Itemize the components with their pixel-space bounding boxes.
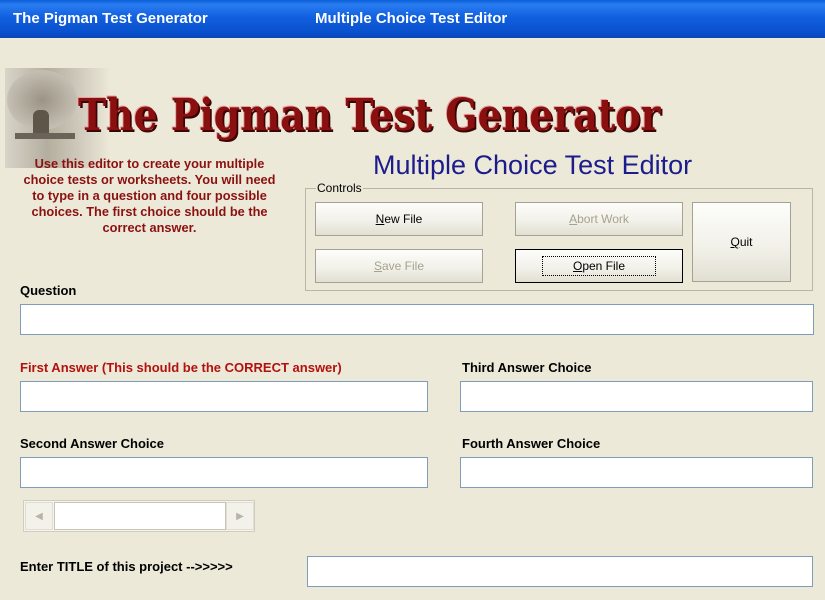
editor-subtitle: Multiple Choice Test Editor <box>373 150 693 180</box>
abort-work-label: bort Work <box>577 212 629 226</box>
fourth-answer-input[interactable] <box>460 457 813 488</box>
controls-group-label: Controls <box>316 181 363 195</box>
first-answer-input[interactable] <box>20 381 428 412</box>
quit-button[interactable]: Quit <box>692 202 791 282</box>
fourth-answer-label: Fourth Answer Choice <box>462 436 601 451</box>
scroll-thumb[interactable] <box>54 502 226 530</box>
save-file-button[interactable]: Save File <box>315 249 483 283</box>
window-title: Multiple Choice Test Editor <box>315 10 508 27</box>
question-input[interactable] <box>20 304 814 335</box>
second-answer-label: Second Answer Choice <box>20 436 164 451</box>
second-answer-input[interactable] <box>20 457 428 488</box>
intro-text: Use this editor to create your multiple … <box>23 156 276 235</box>
logo-text: The Pigman Test Generator <box>78 90 661 141</box>
scroll-left-arrow-icon[interactable]: ◀ <box>25 502 53 530</box>
open-file-label: pen File <box>582 259 626 273</box>
quit-label: uit <box>739 235 753 249</box>
app-title: The Pigman Test Generator <box>13 10 208 27</box>
open-file-button[interactable]: Open File <box>515 249 683 283</box>
open-file-accel: O <box>572 259 583 273</box>
first-answer-label: First Answer (This should be the CORRECT… <box>20 360 342 375</box>
abort-work-accel: A <box>569 212 578 226</box>
scroll-right-arrow-icon[interactable]: ▶ <box>226 502 254 530</box>
quit-accel: Q <box>730 235 740 249</box>
save-file-label: ave File <box>381 259 425 273</box>
title-label: Enter TITLE of this project -->>>>> <box>20 559 233 574</box>
window-titlebar[interactable]: The Pigman Test Generator Multiple Choic… <box>0 0 825 38</box>
new-file-label: ew File <box>384 212 423 226</box>
abort-work-button[interactable]: Abort Work <box>515 202 683 236</box>
third-answer-label: Third Answer Choice <box>462 360 592 375</box>
editor-form: The Pigman Test Generator Multiple Choic… <box>5 38 820 600</box>
horizontal-scrollbar[interactable]: ◀ ▶ <box>23 500 255 532</box>
question-label: Question <box>20 283 77 298</box>
bench-shape <box>15 133 75 139</box>
save-file-accel: S <box>373 259 382 273</box>
third-answer-input[interactable] <box>460 381 813 412</box>
title-input[interactable] <box>307 556 813 587</box>
new-file-button[interactable]: New File <box>315 202 483 236</box>
